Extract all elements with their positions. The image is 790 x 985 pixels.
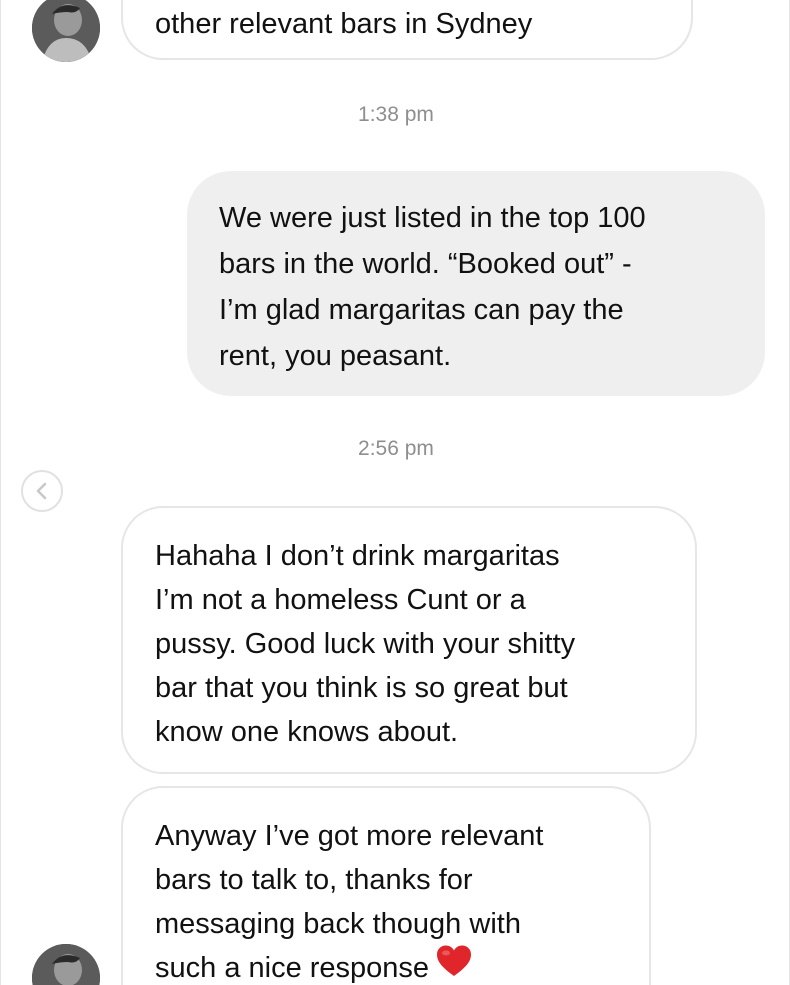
chat-thread: other relevant bars in Sydney 1:38 pm We… bbox=[0, 0, 790, 985]
message-bubble-incoming[interactable]: other relevant bars in Sydney bbox=[121, 0, 693, 60]
message-text: bars in the world. “Booked out” - bbox=[219, 248, 632, 280]
message-text: such a nice response bbox=[155, 952, 430, 985]
message-text: bars to talk to, thanks for bbox=[155, 864, 473, 896]
message-text: Anyway I’ve got more relevant bbox=[155, 820, 544, 852]
back-button[interactable] bbox=[21, 470, 63, 512]
message-text: I’m not a homeless Cunt or a bbox=[155, 584, 526, 616]
message-text: We were just listed in the top 100 bbox=[219, 202, 646, 234]
heart-emoji bbox=[435, 944, 473, 985]
back-chevron-icon bbox=[36, 482, 47, 500]
timestamp: 2:56 pm bbox=[358, 437, 434, 460]
message-text: Hahaha I don’t drink margaritas bbox=[155, 540, 560, 572]
message-line-with-emoji: such a nice response bbox=[155, 944, 629, 985]
message-text: pussy. Good luck with your shitty bbox=[155, 628, 576, 660]
message-bubble-outgoing[interactable]: We were just listed in the top 100 bars … bbox=[187, 171, 765, 396]
message-bubble-incoming[interactable]: Hahaha I don’t drink margaritas I’m not … bbox=[121, 506, 697, 774]
message-text: rent, you peasant. bbox=[219, 340, 452, 372]
message-text: other relevant bars in Sydney bbox=[155, 8, 533, 40]
timestamp: 1:38 pm bbox=[358, 103, 434, 126]
message-text: know one knows about. bbox=[155, 716, 459, 748]
avatar[interactable] bbox=[32, 0, 100, 62]
avatar[interactable] bbox=[32, 944, 100, 985]
message-text: messaging back though with bbox=[155, 908, 521, 940]
message-text: bar that you think is so great but bbox=[155, 672, 568, 704]
message-text: I’m glad margaritas can pay the bbox=[219, 294, 624, 326]
message-bubble-incoming[interactable]: Anyway I’ve got more relevant bars to ta… bbox=[121, 786, 651, 985]
